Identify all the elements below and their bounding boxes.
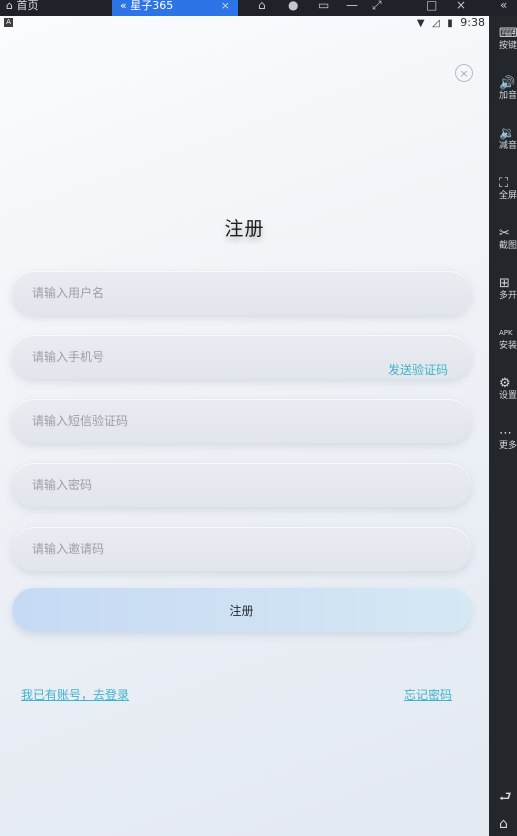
keyboard-icon: ⌨ [499, 26, 517, 41]
battery-icon: ▮ [447, 18, 453, 29]
emulator-tab-app[interactable]: « 星子365 × [112, 0, 238, 16]
page-title: 注册 [224, 218, 265, 240]
sidebar-item-label: 截图 [499, 241, 517, 251]
emulator-collapse-icon[interactable]: « [500, 0, 507, 16]
sidebar-item-more[interactable]: ⋯ 更多 [489, 426, 517, 452]
sidebar-item-volume-up[interactable]: 🔊 加音 [489, 76, 517, 102]
emulator-tab-home[interactable]: ⌂ 首页 [0, 0, 116, 16]
volume-up-icon: 🔊 [499, 76, 516, 91]
sidebar-item-multi-instance[interactable]: ⊞ 多开 [489, 276, 517, 302]
emulator-title-bar: ⌂ 首页 « 星子365 × ⌂ ● ▭ — ⤢ □ × « [0, 0, 517, 16]
phone-screen: A ▼ ◿ ▮ 9:38 × 注册 发送验证码 注册 我已有账号，去登录 忘记密… [0, 16, 489, 836]
android-status-bar: A ▼ ◿ ▮ 9:38 [0, 16, 489, 30]
sidebar-item-screenshot[interactable]: ✂ 截图 [489, 226, 517, 252]
username-input[interactable] [12, 271, 471, 315]
sms-code-input[interactable] [12, 399, 471, 443]
apk-icon: APK [499, 329, 513, 337]
sidebar-item-fullscreen[interactable]: ⛶ 全屏 [489, 176, 517, 202]
invite-code-input[interactable] [12, 527, 471, 571]
forgot-password-link[interactable]: 忘记密码 [404, 686, 452, 703]
sidebar-item-label: 减音 [499, 141, 517, 151]
emulator-maximize-icon[interactable]: □ [426, 0, 437, 16]
multi-window-icon: ⊞ [499, 276, 510, 291]
home-icon: ⌂ [6, 0, 17, 12]
close-icon[interactable]: × [455, 64, 473, 82]
emulator-close-icon[interactable]: × [456, 0, 466, 16]
emulator-menu-icon[interactable]: — [346, 0, 358, 16]
emulator-home-icon[interactable]: ⌂ [258, 0, 266, 16]
emulator-record-icon[interactable]: ● [288, 0, 298, 16]
notification-badge: A [4, 18, 13, 27]
sidebar-item-label: 安装 [499, 341, 517, 351]
go-login-link[interactable]: 我已有账号，去登录 [21, 686, 129, 703]
signal-icon: ◿ [432, 18, 440, 29]
sidebar-item-label: 更多 [499, 441, 517, 451]
status-time: 9:38 [460, 16, 485, 29]
register-button[interactable]: 注册 [12, 588, 471, 632]
sidebar-item-volume-down[interactable]: 🔉 减音 [489, 126, 517, 152]
gear-icon: ⚙ [499, 376, 511, 391]
volume-down-icon: 🔉 [499, 126, 516, 141]
sidebar-item-label: 多开 [499, 291, 517, 301]
sidebar-item-install-apk[interactable]: APK 安装 [489, 326, 517, 352]
app-tab-icon: « [120, 0, 131, 12]
password-input[interactable] [12, 463, 471, 507]
status-indicators: ▼ ◿ ▮ 9:38 [417, 16, 485, 30]
sidebar-item-label: 加音 [499, 91, 517, 101]
send-code-button[interactable]: 发送验证码 [388, 361, 448, 378]
tab-close-icon[interactable]: × [221, 0, 230, 12]
emulator-tab-app-label: 星子365 [130, 0, 174, 12]
emulator-window-icon[interactable]: ▭ [318, 0, 329, 16]
back-icon[interactable]: ⮐ [499, 786, 512, 810]
wifi-icon: ▼ [416, 18, 425, 29]
emulator-fullscreen-icon[interactable]: ⤢ [372, 0, 382, 16]
android-home-icon[interactable]: ⌂ [499, 816, 508, 832]
fullscreen-icon: ⛶ [499, 176, 509, 191]
sidebar-item-label: 设置 [499, 391, 517, 401]
sidebar-item-settings[interactable]: ⚙ 设置 [489, 376, 517, 402]
emulator-tab-home-label: 首页 [16, 0, 39, 12]
scissors-icon: ✂ [499, 226, 510, 241]
sidebar-item-label: 按键 [499, 41, 517, 51]
sidebar-item-keys[interactable]: ⌨ 按键 [489, 26, 517, 52]
sidebar-item-label: 全屏 [499, 191, 517, 201]
more-icon: ⋯ [499, 426, 512, 441]
emulator-sidebar: ⌨ 按键 🔊 加音 🔉 减音 ⛶ 全屏 ✂ 截图 ⊞ 多开 APK 安装 ⚙ 设… [489, 16, 517, 836]
